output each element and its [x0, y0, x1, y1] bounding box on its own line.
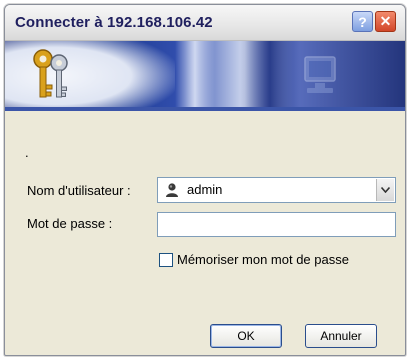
close-button[interactable]: ✕	[375, 11, 396, 32]
password-field[interactable]	[157, 212, 396, 237]
remember-password-label[interactable]: Mémoriser mon mot de passe	[177, 252, 349, 267]
chevron-down-icon	[381, 187, 390, 193]
keys-icon	[33, 49, 68, 98]
help-button[interactable]: ?	[352, 11, 373, 32]
login-dialog: Connecter à 192.168.106.42 ? ✕ . Nom d'u…	[4, 4, 406, 356]
ok-button[interactable]: OK	[210, 324, 282, 348]
username-combobox[interactable]: admin	[157, 177, 396, 203]
banner-divider	[5, 107, 405, 111]
user-icon	[166, 183, 178, 197]
username-label: Nom d'utilisateur :	[27, 183, 131, 198]
dialog-banner	[5, 41, 405, 107]
remember-password-checkbox[interactable]	[159, 253, 173, 267]
help-icon: ?	[358, 13, 367, 30]
title-bar[interactable]: Connecter à 192.168.106.42 ? ✕	[5, 5, 405, 41]
computer-icon	[304, 56, 336, 93]
intro-text: .	[25, 145, 29, 160]
password-label: Mot de passe :	[27, 216, 113, 231]
username-value[interactable]: admin	[187, 182, 222, 197]
cancel-button[interactable]: Annuler	[305, 324, 377, 348]
dialog-title: Connecter à 192.168.106.42	[15, 14, 213, 31]
close-icon: ✕	[379, 13, 392, 29]
username-dropdown-button[interactable]	[376, 179, 394, 201]
